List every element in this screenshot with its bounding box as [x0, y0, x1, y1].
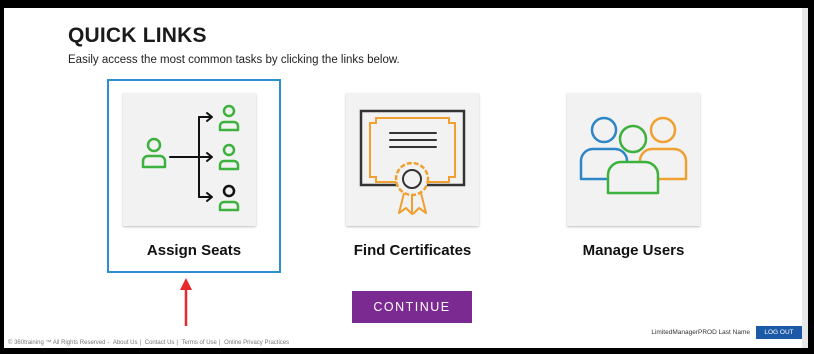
- certificate-icon: [359, 109, 466, 215]
- find-certificates-label[interactable]: Find Certificates: [330, 242, 495, 259]
- page-subtitle: Easily access the most common tasks by c…: [68, 54, 400, 66]
- quick-links-page: QUICK LINKS Easily access the most commo…: [4, 8, 808, 348]
- continue-button[interactable]: CONTINUE: [352, 291, 472, 323]
- user-name: LimitedManagerPROD Last Name: [651, 329, 750, 336]
- manage-users-card[interactable]: Manage Users: [551, 79, 725, 273]
- footer-copyright: © 360training ™ All Rights Reserved: [8, 340, 106, 346]
- manage-users-tile[interactable]: [567, 93, 700, 226]
- vertical-scrollbar[interactable]: [802, 8, 808, 348]
- footer-link-about[interactable]: About Us: [113, 340, 138, 346]
- annotation-arrow-icon: [180, 278, 192, 326]
- footer: © 360training ™ All Rights Reserved - Abo…: [8, 340, 290, 346]
- assign-seats-icon: [141, 104, 240, 212]
- footer-link-contact[interactable]: Contact Us: [145, 340, 175, 346]
- footer-link-privacy[interactable]: Online Privacy Practices: [224, 340, 289, 346]
- logout-button[interactable]: LOG OUT: [756, 326, 802, 339]
- users-group-icon: [579, 116, 688, 195]
- manage-users-label[interactable]: Manage Users: [551, 242, 716, 259]
- page-title: QUICK LINKS: [68, 24, 207, 47]
- assign-seats-tile[interactable]: [123, 93, 256, 226]
- assign-seats-card[interactable]: Assign Seats: [107, 79, 281, 273]
- find-certificates-card[interactable]: Find Certificates: [330, 79, 504, 273]
- footer-link-terms[interactable]: Terms of Use: [182, 340, 217, 346]
- find-certificates-tile[interactable]: [346, 93, 479, 226]
- assign-seats-label[interactable]: Assign Seats: [109, 242, 279, 259]
